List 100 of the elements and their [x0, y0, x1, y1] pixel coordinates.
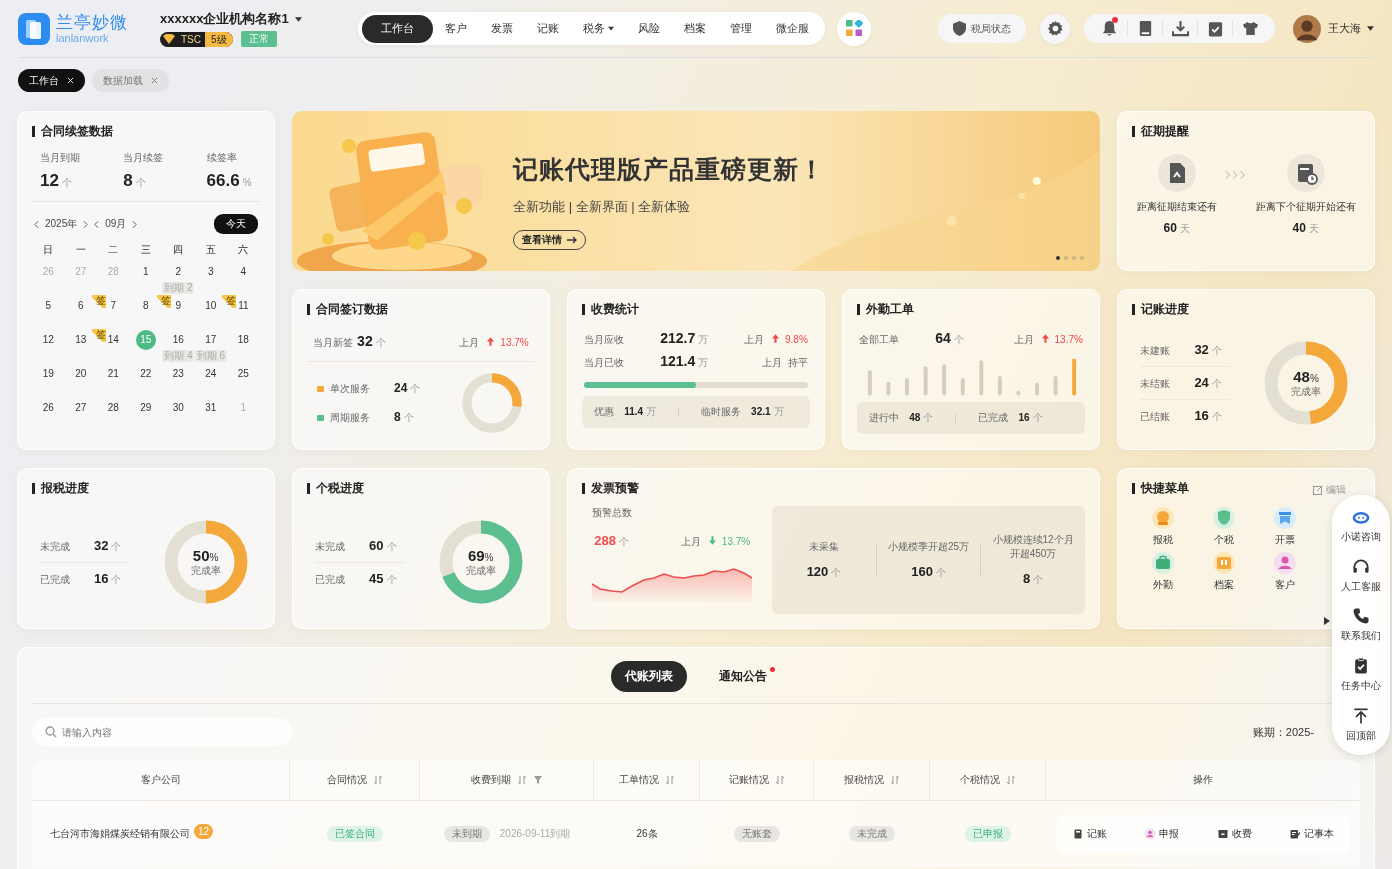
side-tool[interactable]: 人工客服 — [1341, 556, 1381, 594]
stat-value: 11.4 万 — [624, 405, 657, 419]
action-button[interactable]: 记账 — [1071, 827, 1107, 841]
calendar-day[interactable]: 12 — [38, 330, 59, 350]
download-icon — [1171, 20, 1189, 37]
filter-icon[interactable] — [532, 775, 543, 785]
search-field[interactable]: 请输入内容 — [32, 718, 292, 746]
calendar-day[interactable]: 31 — [200, 398, 221, 418]
today-button[interactable]: 今天 — [213, 214, 258, 234]
company-name[interactable]: 七台河市海娟煤炭经销有限公司 — [50, 827, 190, 841]
nav-tab[interactable]: 记账 — [525, 14, 571, 43]
nav-tab[interactable]: 发票 — [479, 14, 525, 43]
shortcut-item[interactable]: 报税 — [1132, 506, 1194, 547]
shortcut-item[interactable]: 开票 — [1254, 506, 1316, 547]
column-header[interactable]: 工单情况 — [618, 773, 675, 787]
calendar-day[interactable]: 25 — [233, 364, 254, 384]
calendar-day[interactable]: 19 — [38, 364, 59, 384]
calendar-day[interactable]: 18 — [233, 330, 254, 350]
chevron-right-icon[interactable] — [132, 219, 138, 229]
shortcut-item[interactable]: 个税 — [1193, 506, 1255, 547]
column-header[interactable]: 个税情况 — [959, 773, 1016, 787]
chevron-right-icon[interactable] — [83, 219, 89, 229]
calendar-day[interactable]: 10 — [200, 296, 221, 316]
sort-icon[interactable] — [664, 775, 675, 785]
organization-dropdown[interactable]: xxxxxx企业机构名称1 — [160, 10, 358, 28]
ring-caption: 完成率 — [1291, 384, 1321, 399]
column-header[interactable]: 合同情况 — [326, 773, 383, 787]
column-header[interactable]: 报税情况 — [843, 773, 900, 787]
list-tab[interactable]: 通知公告 — [705, 661, 781, 692]
shortcut-item[interactable]: 外勤 — [1132, 551, 1194, 592]
shortcut-item[interactable]: 档案 — [1193, 551, 1255, 592]
calendar-day[interactable]: 3 — [200, 262, 221, 282]
calendar-day[interactable]: 13 — [70, 330, 91, 350]
action-button[interactable]: 记事本 — [1289, 827, 1335, 841]
calendar-day[interactable]: 23 — [168, 364, 189, 384]
calendar-day[interactable]: 4 — [233, 262, 254, 282]
sort-icon[interactable] — [889, 775, 900, 785]
cashbox-icon — [1216, 828, 1229, 840]
column-header[interactable]: 收费到期 — [470, 773, 543, 787]
status-tag: 无账套 — [734, 826, 780, 842]
calendar-day[interactable]: 24 — [200, 364, 221, 384]
side-tool[interactable]: 回顶部 — [1346, 705, 1376, 743]
calendar-day[interactable]: 22 — [135, 364, 156, 384]
page-tab[interactable]: 数据加载 — [92, 69, 169, 92]
shortcut-item[interactable]: 客户 — [1254, 551, 1316, 592]
calendar-day[interactable]: 1 — [135, 262, 156, 282]
calendar-day[interactable]: 26 — [38, 398, 59, 418]
action-button[interactable]: 收费 — [1216, 827, 1252, 841]
calendar-day[interactable]: 20 — [70, 364, 91, 384]
calendar-day[interactable]: 16 — [168, 330, 189, 350]
sort-icon[interactable] — [774, 775, 785, 785]
stat-label: 预警总数 — [592, 506, 634, 520]
calendar-day[interactable]: 6 — [70, 296, 91, 316]
calendar-day[interactable]: 5 — [38, 296, 59, 316]
tax-status-button[interactable]: 税局状态 — [938, 14, 1026, 43]
stat-value: 160 个 — [911, 564, 946, 580]
calendar-day[interactable]: 21 — [103, 364, 124, 384]
collapse-icon[interactable] — [1324, 617, 1330, 625]
sort-icon[interactable] — [1005, 775, 1016, 785]
signing-flag: 签 — [156, 295, 171, 308]
chevron-left-icon[interactable] — [94, 219, 100, 229]
calendar-day[interactable]: 30 — [168, 398, 189, 418]
nav-tab[interactable]: 档案 — [672, 14, 718, 43]
reminder-value: 60 天 — [1163, 221, 1190, 236]
sort-icon[interactable] — [516, 775, 527, 785]
promo-banner[interactable]: 记账代理版产品重磅更新！ 全新功能 | 全新界面 | 全新体验 查看详情 — [292, 111, 1100, 271]
stat-value: 32 个 — [94, 537, 122, 554]
side-tool[interactable]: 联系我们 — [1341, 606, 1381, 644]
signing-flag: 签 — [91, 329, 106, 342]
stat-value: 120 个 — [806, 564, 842, 580]
sort-icon[interactable] — [372, 775, 383, 785]
compare-label: 上月 — [761, 356, 782, 370]
weekday-label: 四 — [172, 243, 185, 257]
list-tab[interactable]: 代账列表 — [611, 661, 687, 692]
column-header[interactable]: 记账情况 — [728, 773, 785, 787]
side-tool[interactable]: 小诺咨询 — [1341, 507, 1381, 545]
column-header[interactable]: 操作 — [1193, 773, 1213, 787]
nav-tab[interactable]: 税务 — [571, 14, 626, 43]
calendar-day[interactable]: 17 — [200, 330, 221, 350]
calendar-day[interactable]: 29 — [135, 398, 156, 418]
legend-value: 8 个 — [394, 410, 414, 425]
nav-tab[interactable]: 管理 — [718, 14, 764, 43]
nav-tab[interactable]: 工作台 — [362, 14, 433, 43]
settings-button[interactable] — [1040, 13, 1070, 44]
nav-tab[interactable]: 客户 — [433, 14, 479, 43]
table-cell: 26条 — [636, 827, 658, 841]
apps-button[interactable] — [837, 11, 871, 46]
calendar-day[interactable]: 2 — [168, 262, 189, 282]
nav-tab[interactable]: 风险 — [626, 14, 672, 43]
calendar-day[interactable]: 28 — [103, 398, 124, 418]
column-header[interactable]: 客户公司 — [140, 773, 181, 787]
nav-tab[interactable]: 微企服 — [764, 14, 821, 43]
user-menu[interactable]: 王大海 — [1328, 21, 1374, 36]
action-button[interactable]: 申报 — [1144, 827, 1180, 841]
calendar-day[interactable]: 8 — [135, 296, 156, 316]
chevron-left-icon[interactable] — [34, 219, 39, 229]
side-tool[interactable]: 任务中心 — [1341, 656, 1381, 694]
calendar-day[interactable]: 27 — [70, 398, 91, 418]
slide-indicator[interactable] — [1055, 256, 1060, 260]
page-tab[interactable]: 工作台 — [18, 69, 85, 92]
